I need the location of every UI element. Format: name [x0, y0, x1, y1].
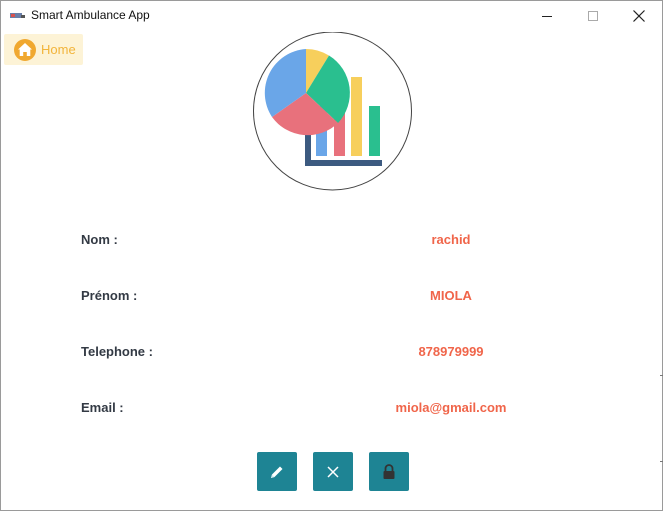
- minimize-icon: [542, 16, 552, 17]
- window-title: Smart Ambulance App: [31, 8, 150, 22]
- maximize-button[interactable]: [570, 1, 616, 31]
- nom-value: rachid: [431, 232, 471, 247]
- email-value: miola@gmail.com: [395, 400, 507, 415]
- close-icon: [633, 10, 645, 22]
- telephone-label: Telephone :: [81, 344, 153, 359]
- home-icon: [14, 39, 36, 61]
- analytics-logo-icon: [253, 32, 412, 191]
- lock-button[interactable]: [369, 452, 409, 491]
- home-button[interactable]: Home: [4, 34, 83, 65]
- title-bar[interactable]: Smart Ambulance App: [1, 1, 662, 31]
- minimize-button[interactable]: [524, 1, 570, 31]
- maximize-icon: [588, 11, 598, 21]
- lock-icon: [383, 463, 395, 479]
- telephone-value: 878979999: [418, 344, 484, 359]
- nom-label: Nom :: [81, 232, 118, 247]
- close-window-button[interactable]: [616, 1, 662, 31]
- prenom-value: MIOLA: [430, 288, 472, 303]
- pencil-icon: [271, 466, 283, 478]
- prenom-label: Prénom :: [81, 288, 138, 303]
- email-label: Email :: [81, 400, 124, 415]
- home-label: Home: [41, 42, 76, 57]
- app-icon: [10, 13, 25, 18]
- close-icon: [327, 465, 339, 478]
- app-window: Smart Ambulance App Home Nom: rachid Pr…: [0, 0, 663, 511]
- edit-button[interactable]: [257, 452, 297, 491]
- delete-button[interactable]: [313, 452, 353, 491]
